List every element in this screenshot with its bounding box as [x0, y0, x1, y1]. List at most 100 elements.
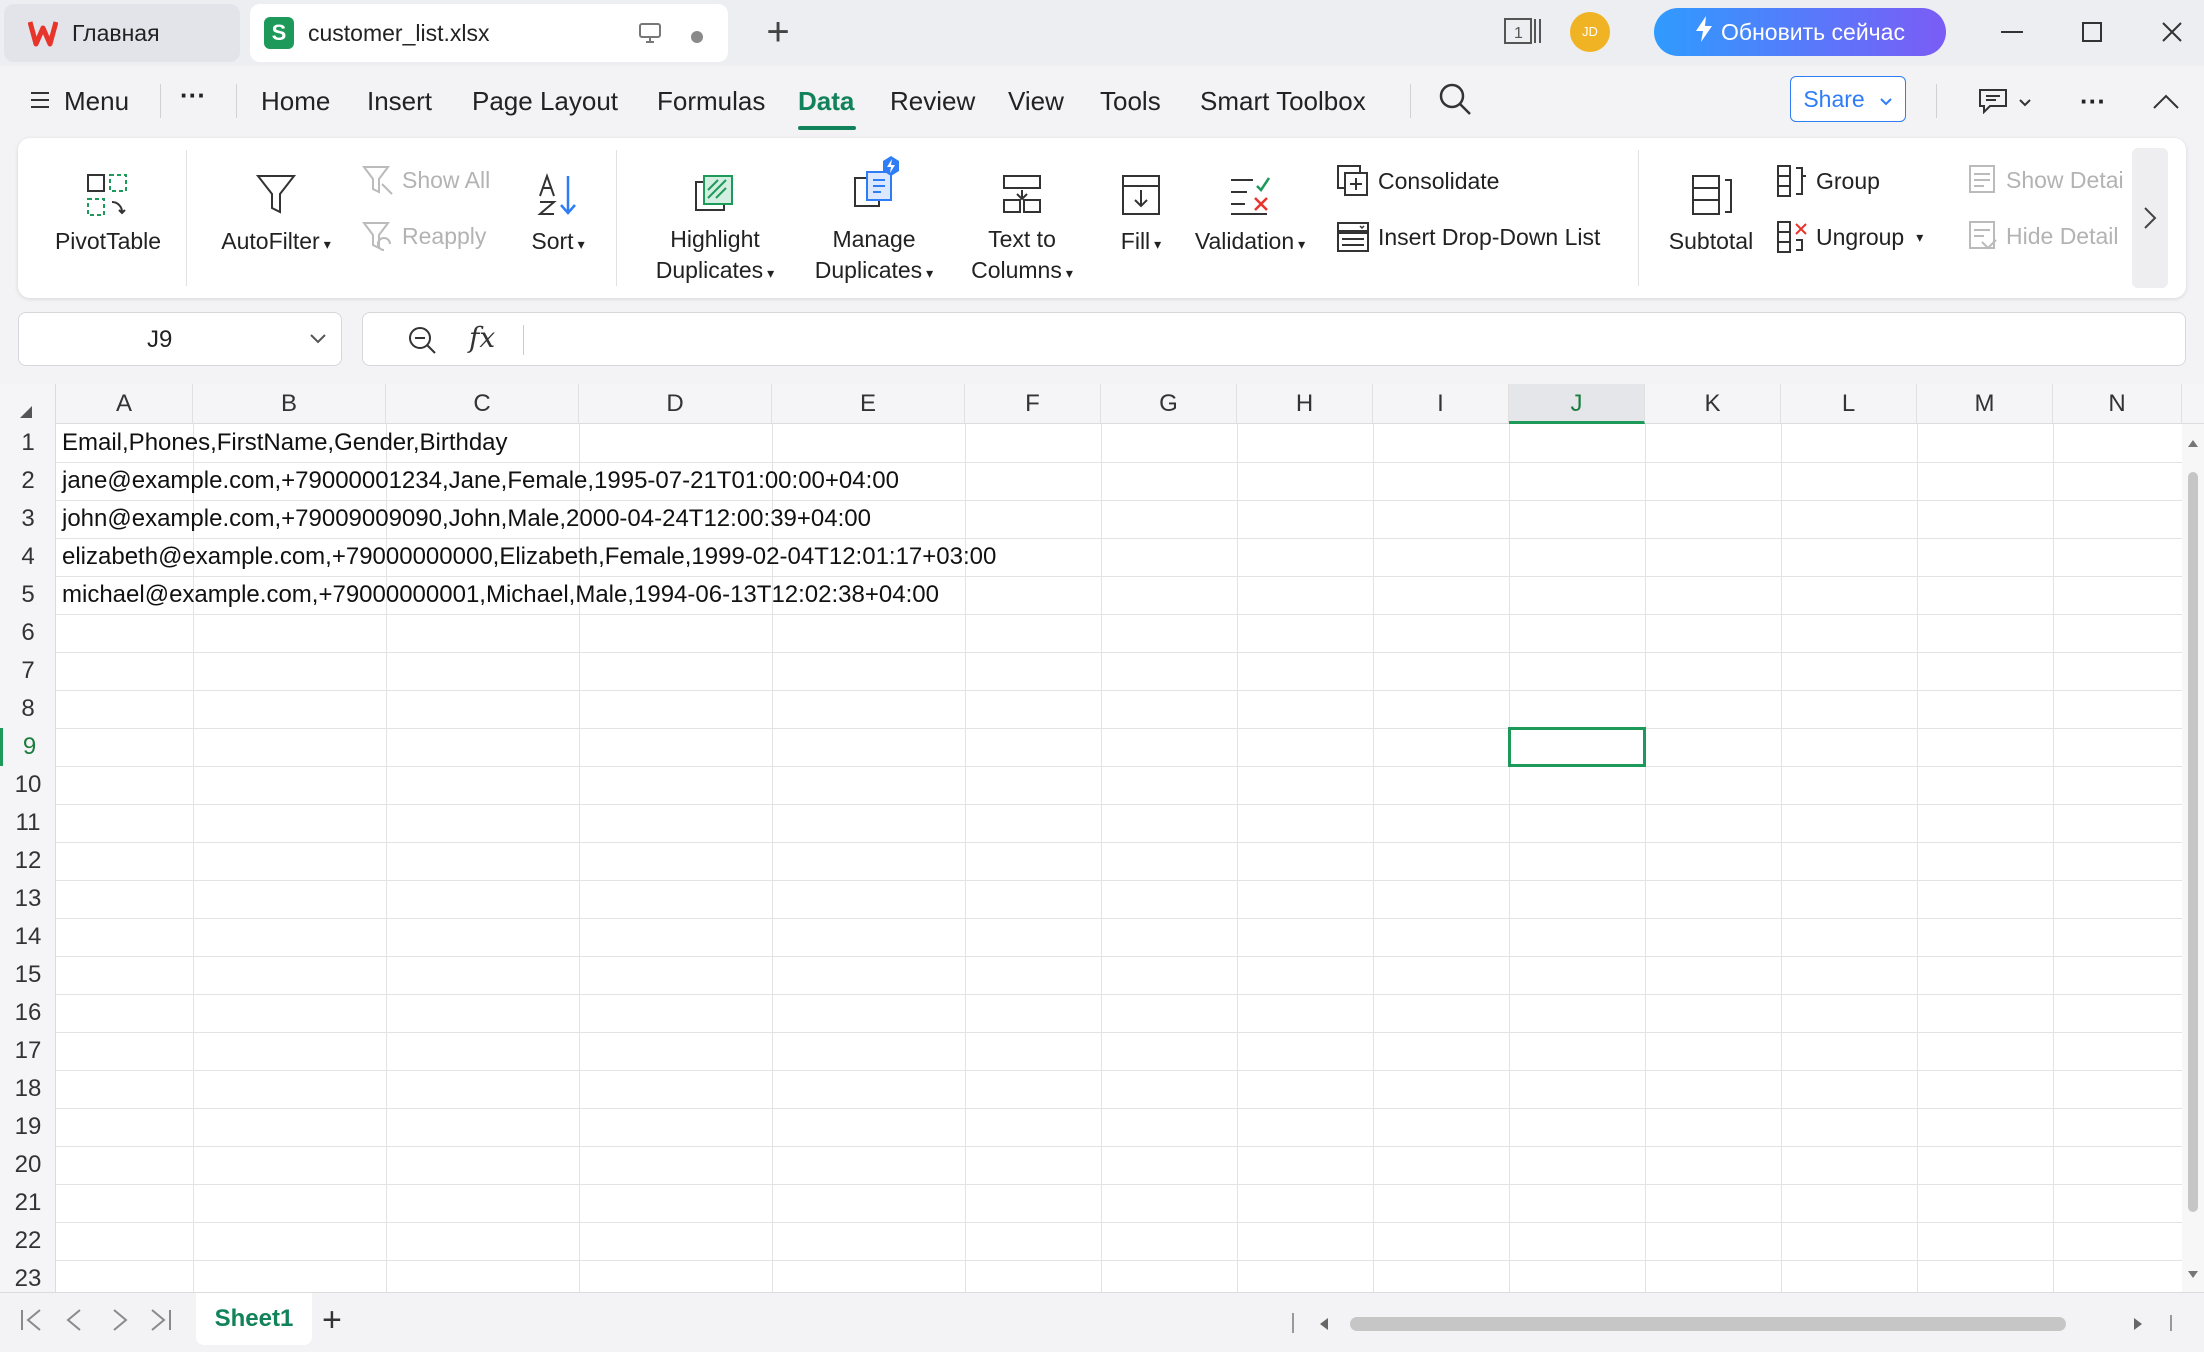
hide-detail-button[interactable]: Hide Detail	[1968, 220, 2119, 252]
column-header-j[interactable]: J	[1509, 384, 1645, 424]
sort-button[interactable]: Sort ▾	[518, 172, 598, 255]
tab-home[interactable]: Главная	[4, 4, 240, 62]
row-header-9[interactable]: 9	[0, 728, 56, 766]
vertical-scroll-thumb[interactable]	[2188, 472, 2198, 1212]
formula-bar[interactable]: fx	[362, 312, 2186, 366]
close-icon[interactable]	[2152, 12, 2192, 52]
column-header-i[interactable]: I	[1373, 384, 1509, 424]
scroll-left-icon[interactable]	[1318, 1317, 1330, 1331]
tab-tools[interactable]: Tools	[1100, 86, 1161, 117]
row-header-1[interactable]: 1	[0, 424, 56, 462]
consolidate-button[interactable]: Consolidate	[1336, 164, 1499, 198]
horizontal-scrollbar[interactable]	[1350, 1317, 2066, 1331]
previous-sheet-icon[interactable]	[62, 1307, 88, 1340]
avatar[interactable]: JD	[1570, 12, 1610, 52]
selected-cell[interactable]	[1508, 727, 1646, 767]
function-icon[interactable]: fx	[469, 321, 495, 354]
row-header-18[interactable]: 18	[0, 1070, 56, 1108]
column-header-e[interactable]: E	[772, 384, 965, 424]
row-header-6[interactable]: 6	[0, 614, 56, 652]
cell-a3[interactable]: john@example.com,+79009009090,John,Male,…	[62, 500, 871, 538]
scroll-end-handle[interactable]	[2170, 1315, 2172, 1331]
new-tab-button[interactable]: +	[758, 12, 798, 52]
column-header-l[interactable]: L	[1781, 384, 1917, 424]
row-header-4[interactable]: 4	[0, 538, 56, 576]
tab-data[interactable]: Data	[798, 86, 854, 117]
first-sheet-icon[interactable]	[18, 1307, 44, 1340]
row-header-2[interactable]: 2	[0, 462, 56, 500]
insert-dropdown-list-button[interactable]: Insert Drop-Down List	[1336, 220, 1600, 254]
cell-a1[interactable]: Email,Phones,FirstName,Gender,Birthday	[62, 424, 508, 462]
name-box[interactable]: J9	[18, 312, 342, 366]
collapse-ribbon-icon[interactable]	[2152, 94, 2180, 115]
column-header-m[interactable]: M	[1917, 384, 2053, 424]
maximize-icon[interactable]	[2072, 12, 2112, 52]
search-icon[interactable]	[1438, 82, 1472, 121]
tab-view[interactable]: View	[1008, 86, 1064, 117]
fill-button[interactable]: Fill ▾	[1098, 172, 1184, 255]
minimize-icon[interactable]	[1992, 12, 2032, 52]
row-header-20[interactable]: 20	[0, 1146, 56, 1184]
ribbon-scroll-right-button[interactable]	[2132, 148, 2168, 288]
row-header-7[interactable]: 7	[0, 652, 56, 690]
row-header-22[interactable]: 22	[0, 1222, 56, 1260]
show-detail-button[interactable]: Show Detai	[1968, 164, 2124, 196]
validation-button[interactable]: Validation ▾	[1180, 172, 1320, 255]
column-header-k[interactable]: K	[1645, 384, 1781, 424]
column-header-g[interactable]: G	[1101, 384, 1237, 424]
scroll-up-icon[interactable]	[2187, 438, 2199, 448]
autofilter-button[interactable]: AutoFilter ▾	[210, 172, 342, 255]
manage-duplicates-button[interactable]: Manage Duplicates ▾	[796, 156, 952, 289]
tab-page-layout[interactable]: Page Layout	[472, 86, 618, 117]
horizontal-scroll-thumb[interactable]	[1350, 1317, 2066, 1331]
tab-formulas[interactable]: Formulas	[657, 86, 765, 117]
text-to-columns-button[interactable]: Text to Columns ▾	[948, 172, 1096, 289]
pivot-table-button[interactable]: PivotTable	[44, 172, 172, 255]
row-header-14[interactable]: 14	[0, 918, 56, 956]
spreadsheet-grid[interactable]: ABCDEFGHIJKLMN 1 2 3 4 5 6 7 8 9 10 11 12 13 14 15 16 17…	[0, 384, 2204, 1292]
update-now-button[interactable]: Обновить сейчас	[1654, 8, 1946, 56]
column-header-h[interactable]: H	[1237, 384, 1373, 424]
column-header-f[interactable]: F	[965, 384, 1101, 424]
row-header-12[interactable]: 12	[0, 842, 56, 880]
cell-a5[interactable]: michael@example.com,+79000000001,Michael…	[62, 576, 939, 614]
cell-a4[interactable]: elizabeth@example.com,+79000000000,Eliza…	[62, 538, 996, 576]
subtotal-button[interactable]: Subtotal	[1658, 172, 1764, 255]
row-header-10[interactable]: 10	[0, 766, 56, 804]
tab-home-menu[interactable]: Home	[261, 86, 330, 117]
cell-a2[interactable]: jane@example.com,+79000001234,Jane,Femal…	[62, 462, 899, 500]
tab-smart-toolbox[interactable]: Smart Toolbox	[1200, 86, 1366, 117]
last-sheet-icon[interactable]	[148, 1307, 174, 1340]
comments-button[interactable]	[1978, 88, 2032, 119]
scroll-right-icon[interactable]	[2132, 1317, 2144, 1331]
row-header-8[interactable]: 8	[0, 690, 56, 728]
vertical-scrollbar[interactable]	[2182, 424, 2204, 1292]
select-all-corner[interactable]	[0, 384, 56, 424]
scroll-split-handle[interactable]	[1292, 1313, 1294, 1333]
row-header-13[interactable]: 13	[0, 880, 56, 918]
tab-document[interactable]: S customer_list.xlsx	[250, 4, 728, 62]
column-header-c[interactable]: C	[386, 384, 579, 424]
add-sheet-button[interactable]: +	[322, 1301, 342, 1340]
share-button[interactable]: Share	[1790, 76, 1906, 122]
sheet-tab-sheet1[interactable]: Sheet1	[196, 1293, 312, 1345]
overflow-menu-icon[interactable]: ···	[2080, 86, 2106, 117]
row-header-15[interactable]: 15	[0, 956, 56, 994]
zoom-out-icon[interactable]	[407, 325, 437, 360]
next-sheet-icon[interactable]	[106, 1307, 132, 1340]
row-header-19[interactable]: 19	[0, 1108, 56, 1146]
reapply-button[interactable]: Reapply	[362, 220, 486, 252]
row-header-21[interactable]: 21	[0, 1184, 56, 1222]
unsaved-dot-icon[interactable]	[690, 23, 704, 50]
window-layout-icon[interactable]: 1	[1504, 16, 1544, 46]
group-button[interactable]: Group	[1776, 164, 1880, 198]
row-header-5[interactable]: 5	[0, 576, 56, 614]
show-all-button[interactable]: Show All	[362, 164, 490, 196]
highlight-duplicates-button[interactable]: Highlight Duplicates ▾	[640, 172, 790, 289]
column-header-n[interactable]: N	[2053, 384, 2182, 424]
column-header-a[interactable]: A	[56, 384, 193, 424]
row-header-11[interactable]: 11	[0, 804, 56, 842]
row-header-3[interactable]: 3	[0, 500, 56, 538]
tab-insert[interactable]: Insert	[367, 86, 432, 117]
row-header-23[interactable]: 23	[0, 1260, 56, 1292]
